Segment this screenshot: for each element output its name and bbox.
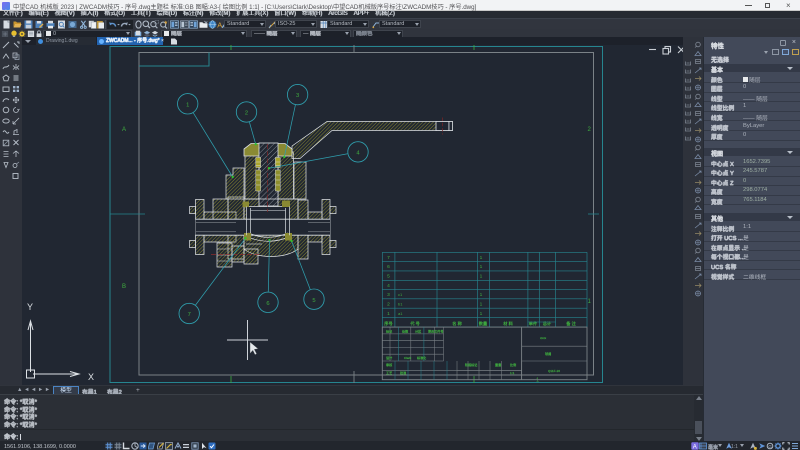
svg-text:a1: a1 xyxy=(398,311,403,316)
svg-text:1: 1 xyxy=(536,378,539,384)
svg-text:A: A xyxy=(122,127,126,133)
svg-text:1: 1 xyxy=(480,302,483,308)
svg-text:比例: 比例 xyxy=(510,362,516,367)
svg-text:1: 1 xyxy=(186,102,189,108)
svg-text:Y: Y xyxy=(27,302,33,312)
svg-text:1:1: 1:1 xyxy=(510,371,515,375)
svg-text:2: 2 xyxy=(245,111,248,117)
svg-text:名 称: 名 称 xyxy=(452,320,462,327)
svg-text:分区: 分区 xyxy=(415,329,421,334)
svg-text:X: X xyxy=(88,372,94,382)
svg-text:1: 1 xyxy=(480,292,483,298)
svg-text:材 料: 材 料 xyxy=(503,320,513,327)
svg-text:7: 7 xyxy=(387,255,390,261)
svg-text:审核: 审核 xyxy=(386,362,392,367)
svg-text:7: 7 xyxy=(188,312,191,318)
svg-text:3: 3 xyxy=(387,292,390,298)
svg-text:Clark: Clark xyxy=(404,356,412,360)
svg-text:工艺: 工艺 xyxy=(386,370,392,375)
svg-text:序号: 序号 xyxy=(384,320,392,327)
svg-text:6: 6 xyxy=(387,264,390,270)
svg-text:1: 1 xyxy=(480,274,483,280)
svg-text:B: B xyxy=(122,284,126,290)
svg-text:4: 4 xyxy=(387,283,390,289)
svg-text:5: 5 xyxy=(387,274,390,280)
svg-text:3: 3 xyxy=(296,93,299,99)
svg-text:1: 1 xyxy=(387,311,390,317)
svg-text:标准化: 标准化 xyxy=(417,355,426,360)
svg-text:A: A xyxy=(217,20,222,29)
svg-text:标记: 标记 xyxy=(386,329,392,334)
svg-text:1: 1 xyxy=(480,311,483,317)
svg-text:备 注: 备 注 xyxy=(566,320,576,327)
svg-text:处数: 处数 xyxy=(402,329,408,334)
svg-text:G: G xyxy=(768,444,772,449)
svg-text:批准: 批准 xyxy=(400,370,406,375)
svg-text:2: 2 xyxy=(387,302,390,308)
svg-text:代 号: 代 号 xyxy=(410,320,420,327)
svg-text:b1: b1 xyxy=(398,302,403,307)
svg-text:5: 5 xyxy=(312,298,315,304)
svg-text:1: 1 xyxy=(480,264,483,270)
svg-text:阶段标记: 阶段标记 xyxy=(465,362,477,367)
svg-text:总计: 总计 xyxy=(543,320,551,327)
svg-text:xxxx: xxxx xyxy=(540,336,547,340)
svg-text:Q11F-16: Q11F-16 xyxy=(548,369,560,373)
svg-text:数量: 数量 xyxy=(479,320,487,327)
svg-text:设计: 设计 xyxy=(386,355,392,360)
svg-text:更改文件号: 更改文件号 xyxy=(428,329,443,334)
svg-text:A: A xyxy=(692,444,696,450)
svg-text:1: 1 xyxy=(480,255,483,261)
svg-text:6: 6 xyxy=(266,301,269,307)
svg-text:单件: 单件 xyxy=(529,320,537,327)
svg-text:球阀: 球阀 xyxy=(545,351,551,356)
svg-text:重量: 重量 xyxy=(495,362,501,367)
